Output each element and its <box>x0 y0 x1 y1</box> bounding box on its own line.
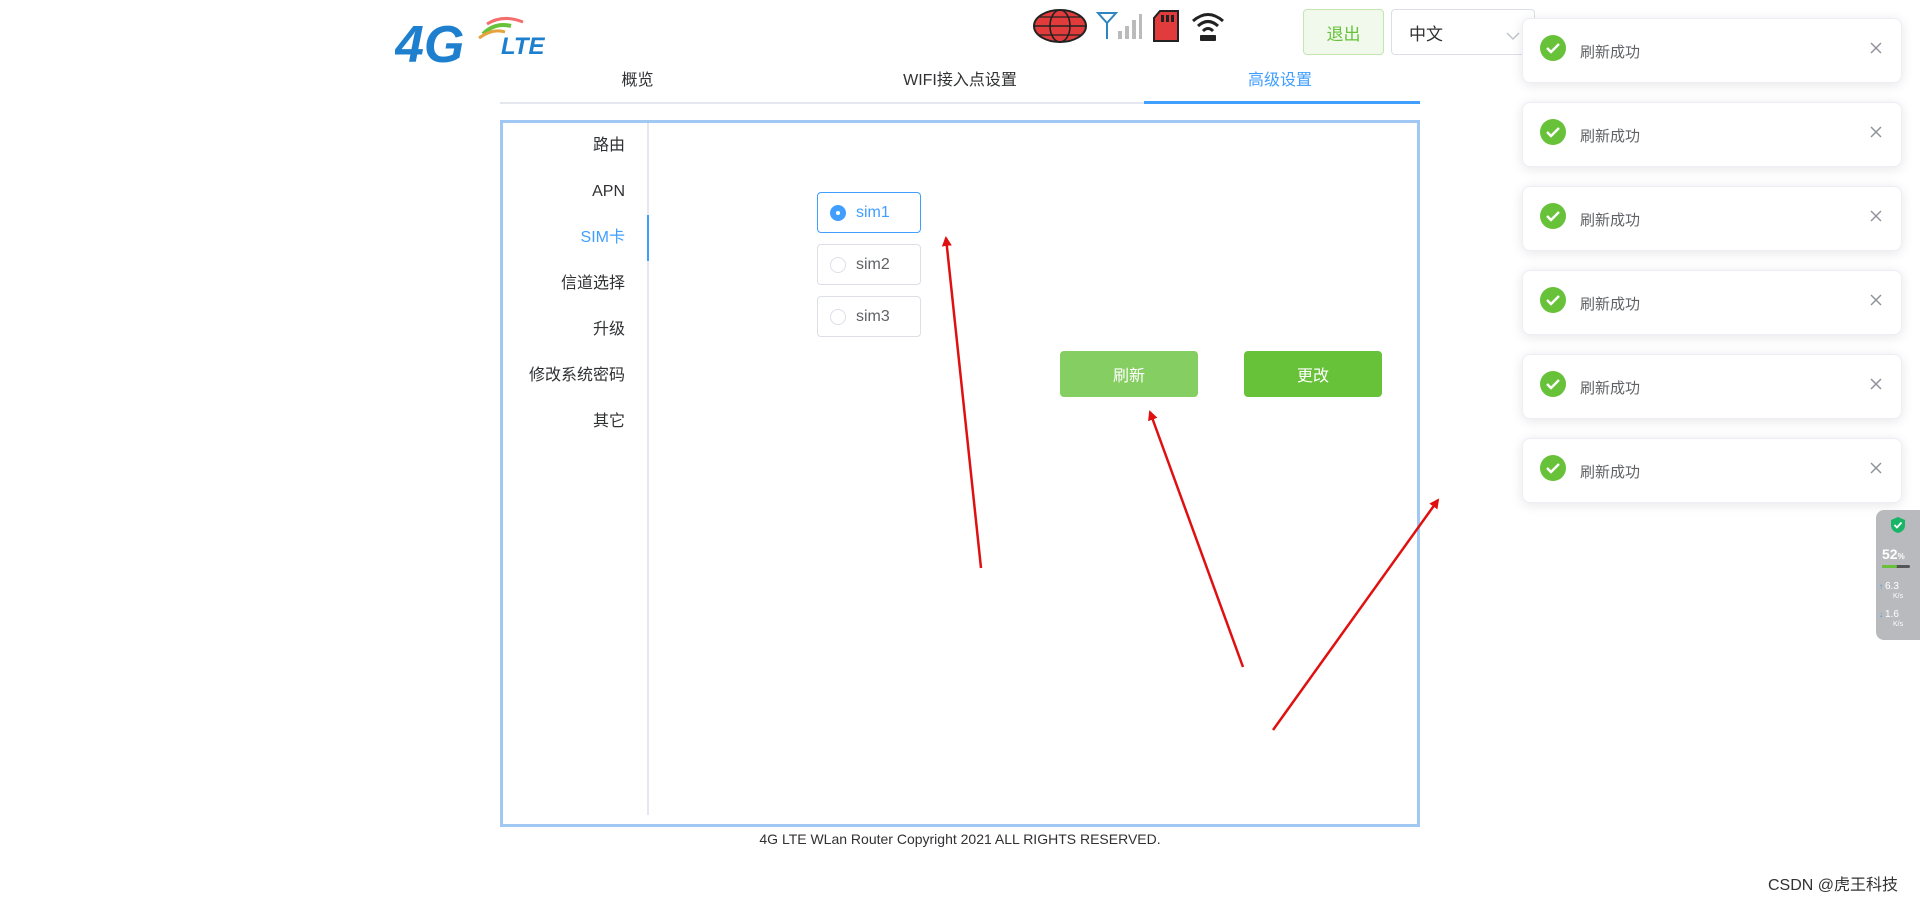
radio-unchecked-icon <box>830 308 846 325</box>
sidebar-item-upgrade[interactable]: 升级 <box>501 307 647 353</box>
sd-card-icon <box>1152 10 1180 47</box>
close-icon[interactable] <box>1869 377 1883 391</box>
signal-antenna-icon <box>1095 11 1142 46</box>
logout-button[interactable]: 退出 <box>1303 9 1384 55</box>
sidebar-item-apn[interactable]: APN <box>501 169 647 215</box>
tab-overview[interactable]: 概览 <box>560 60 715 102</box>
svg-text:4G: 4G <box>395 16 464 68</box>
sidebar-item-sim-card[interactable]: SIM卡 <box>501 215 647 261</box>
chevron-down-icon <box>1506 26 1520 46</box>
notification-message: 刷新成功 <box>1580 464 1641 481</box>
notification-message: 刷新成功 <box>1580 128 1641 145</box>
refresh-button[interactable]: 刷新 <box>1060 351 1198 397</box>
tab-advanced-settings[interactable]: 高级设置 <box>1180 60 1380 102</box>
notification-message: 刷新成功 <box>1580 212 1641 229</box>
sidebar-active-indicator <box>647 215 649 261</box>
arrow-down-icon: ↓ <box>1879 610 1883 619</box>
notification-message: 刷新成功 <box>1580 380 1641 397</box>
sidebar-item-other[interactable]: 其它 <box>501 399 647 445</box>
close-icon[interactable] <box>1869 209 1883 223</box>
watermark: CSDN @虎王科技 <box>1768 877 1899 894</box>
notification-message: 刷新成功 <box>1580 296 1641 313</box>
language-select-value: 中文 <box>1409 24 1443 44</box>
sim3-radio[interactable]: sim3 <box>817 296 921 337</box>
check-circle-icon <box>1540 455 1566 481</box>
sidebar-item-change-password[interactable]: 修改系统密码 <box>501 353 647 399</box>
close-icon[interactable] <box>1869 461 1883 475</box>
wifi-icon <box>1190 10 1226 47</box>
close-icon[interactable] <box>1869 125 1883 139</box>
sidebar-item-routing[interactable]: 路由 <box>501 123 647 169</box>
success-notification: 刷新成功 <box>1522 270 1902 335</box>
settings-panel: 路由 APN SIM卡 信道选择 升级 修改系统密码 其它 sim1 sim2 … <box>500 120 1420 827</box>
radio-label: sim2 <box>856 255 890 273</box>
success-notification: 刷新成功 <box>1522 186 1902 251</box>
arrow-up-icon: ↑ <box>1879 582 1883 591</box>
usage-bar <box>1882 565 1910 568</box>
globe-icon <box>1032 8 1088 49</box>
change-button[interactable]: 更改 <box>1244 351 1382 397</box>
success-notification: 刷新成功 <box>1522 102 1902 167</box>
download-speed: ↓ 1.6 K/s <box>1879 609 1904 629</box>
success-notification: 刷新成功 <box>1522 18 1902 83</box>
close-icon[interactable] <box>1869 293 1883 307</box>
shield-check-icon <box>1890 516 1906 539</box>
usage-bar-fill <box>1882 565 1897 568</box>
radio-label: sim3 <box>856 307 890 325</box>
sidebar-item-channel-select[interactable]: 信道选择 <box>501 261 647 307</box>
check-circle-icon <box>1540 203 1566 229</box>
radio-label: sim1 <box>856 203 890 221</box>
check-circle-icon <box>1540 119 1566 145</box>
network-speed-widget[interactable]: 52% ↑ 6.3 K/s ↓ 1.6 K/s <box>1876 510 1920 640</box>
success-notification: 刷新成功 <box>1522 354 1902 419</box>
notification-message: 刷新成功 <box>1580 44 1641 61</box>
sim2-radio[interactable]: sim2 <box>817 244 921 285</box>
radio-checked-icon <box>830 204 846 221</box>
radio-unchecked-icon <box>830 256 846 273</box>
language-select[interactable]: 中文 <box>1391 9 1535 55</box>
sim1-radio[interactable]: sim1 <box>817 192 921 233</box>
check-circle-icon <box>1540 371 1566 397</box>
footer-copyright: 4G LTE WLan Router Copyright 2021 ALL RI… <box>759 831 1161 847</box>
upload-speed: ↑ 6.3 K/s <box>1879 581 1904 601</box>
close-icon[interactable] <box>1869 41 1883 55</box>
status-icon-bar <box>1032 8 1228 48</box>
check-circle-icon <box>1540 287 1566 313</box>
svg-text:LTE: LTE <box>501 33 546 60</box>
main-tabs: 概览 WIFI接入点设置 高级设置 <box>500 60 1420 104</box>
usage-percent: 52% <box>1882 546 1905 562</box>
sidebar-menu: 路由 APN SIM卡 信道选择 升级 修改系统密码 其它 <box>503 123 649 815</box>
tab-wifi-access-point[interactable]: WIFI接入点设置 <box>855 60 1065 102</box>
active-tab-indicator <box>1144 101 1420 104</box>
success-notification: 刷新成功 <box>1522 438 1902 503</box>
check-circle-icon <box>1540 35 1566 61</box>
